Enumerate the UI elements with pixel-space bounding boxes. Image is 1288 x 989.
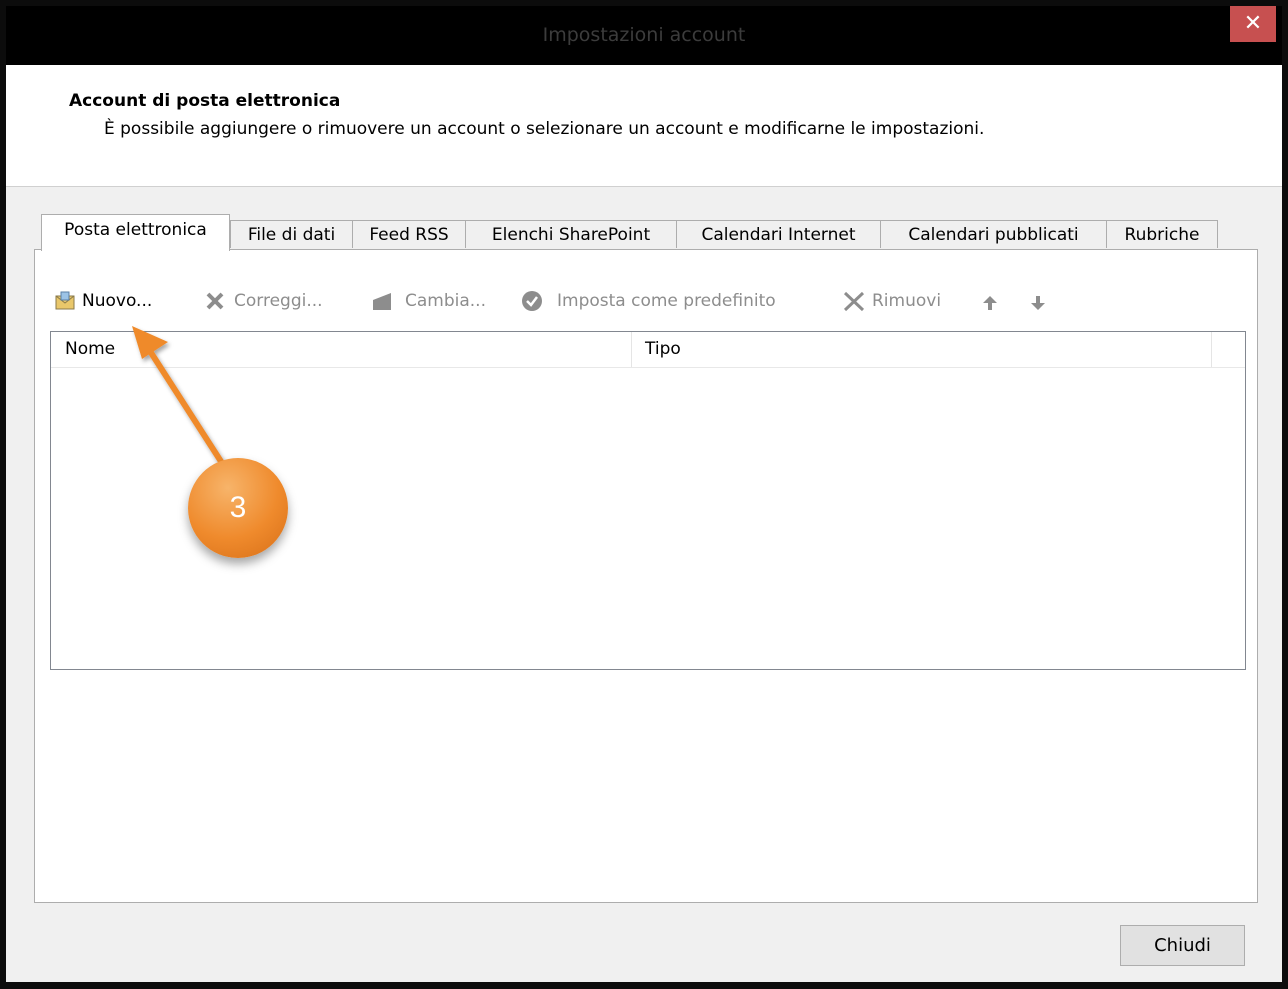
move-up-icon	[982, 292, 998, 322]
new-account-label: Nuovo...	[82, 291, 153, 311]
tab-calendari-pubblicati[interactable]: Calendari pubblicati	[880, 220, 1107, 248]
move-down-icon	[1030, 292, 1046, 322]
account-list[interactable]: Nome Tipo	[50, 331, 1246, 670]
remove-x-icon	[842, 290, 866, 322]
column-header-nome[interactable]: Nome	[51, 332, 631, 367]
page-description: È possibile aggiungere o rimuovere un ac…	[104, 119, 985, 139]
close-window-button[interactable]: ✕	[1230, 6, 1276, 42]
remove-account-button[interactable]: Rimuovi	[842, 286, 962, 316]
move-up-button[interactable]	[982, 286, 1002, 316]
repair-account-button[interactable]: Correggi...	[204, 286, 354, 316]
column-separator[interactable]	[1211, 332, 1212, 367]
new-mail-icon	[54, 290, 76, 322]
repair-account-label: Correggi...	[234, 291, 323, 311]
tab-calendari-internet[interactable]: Calendari Internet	[676, 220, 881, 248]
tab-rubriche[interactable]: Rubriche	[1106, 220, 1218, 248]
change-account-label: Cambia...	[405, 291, 486, 311]
wrench-tools-icon	[204, 290, 228, 322]
header-panel: Account di posta elettronica È possibile…	[6, 65, 1282, 187]
checkmark-icon	[521, 290, 543, 322]
tab-feed-rss[interactable]: Feed RSS	[352, 220, 466, 248]
tab-file-di-dati[interactable]: File di dati	[230, 220, 353, 248]
remove-account-label: Rimuovi	[872, 291, 942, 311]
account-settings-window: Impostazioni account ✕ Account di posta …	[6, 6, 1282, 982]
title-bar: Impostazioni account ✕	[6, 6, 1282, 65]
new-account-button[interactable]: Nuovo...	[54, 286, 184, 316]
column-header-tipo[interactable]: Tipo	[631, 332, 1211, 367]
tab-elenchi-sharepoint[interactable]: Elenchi SharePoint	[465, 220, 677, 248]
set-default-label: Imposta come predefinito	[557, 291, 776, 311]
change-icon	[371, 290, 395, 322]
tab-posta-elettronica[interactable]: Posta elettronica	[41, 214, 230, 251]
move-down-button[interactable]	[1030, 286, 1050, 316]
window-title: Impostazioni account	[542, 24, 746, 46]
close-button[interactable]: Chiudi	[1120, 925, 1245, 966]
list-header: Nome Tipo	[51, 332, 1245, 368]
page-title: Account di posta elettronica	[69, 91, 341, 111]
change-account-button[interactable]: Cambia...	[371, 286, 511, 316]
tab-panel-posta-elettronica: Nuovo... Correggi... Cambia... Imposta c…	[34, 249, 1258, 903]
set-default-button[interactable]: Imposta come predefinito	[521, 286, 821, 316]
